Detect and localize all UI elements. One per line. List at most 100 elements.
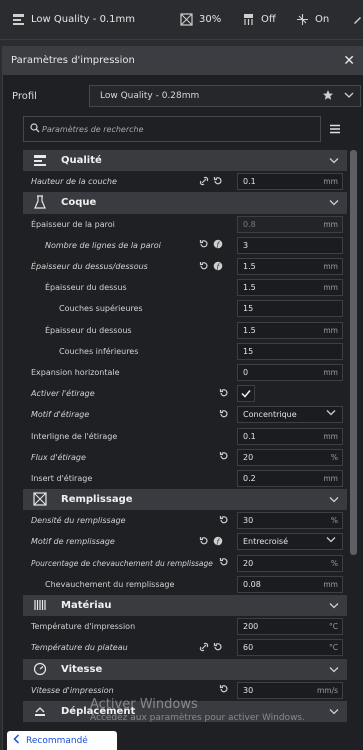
setting-label: Vitesse d'impression bbox=[31, 685, 114, 695]
reset-icon[interactable] bbox=[219, 684, 229, 696]
setting-icons: f bbox=[199, 261, 223, 273]
setting-label: Densité du remplissage bbox=[31, 516, 126, 526]
link-icon[interactable] bbox=[199, 642, 209, 654]
profile-summary[interactable]: Low Quality - 0.1mm bbox=[12, 13, 135, 26]
chevron-left-icon bbox=[13, 734, 20, 747]
support-summary[interactable]: Off bbox=[242, 13, 276, 26]
setting-unit: mm bbox=[323, 283, 338, 293]
reset-icon[interactable] bbox=[219, 515, 229, 527]
settings-menu-icon[interactable] bbox=[329, 120, 343, 138]
adhesion-summary[interactable]: On bbox=[296, 13, 329, 26]
setting-value-field[interactable]: 20% bbox=[237, 448, 343, 466]
setting-value-field[interactable]: 0 mm bbox=[237, 363, 343, 381]
print-setup-bar: Low Quality - 0.1mm 30% Off On bbox=[0, 0, 363, 40]
setting-label: Épaisseur du dessus bbox=[45, 283, 127, 293]
setting-label: Épaisseur de la paroi bbox=[31, 219, 115, 229]
setting-value-field[interactable]: 0.08 mm bbox=[237, 575, 343, 593]
setting-select[interactable]: Concentrique bbox=[237, 406, 343, 424]
setting-label: Épaisseur du dessous bbox=[45, 325, 132, 335]
function-icon[interactable]: f bbox=[213, 239, 223, 251]
edit-icon-wrap[interactable] bbox=[352, 14, 363, 25]
setting-value-field[interactable]: 3 bbox=[237, 236, 343, 254]
infill-icon bbox=[33, 492, 49, 508]
scrollbar-thumb[interactable] bbox=[350, 150, 357, 555]
category-label: Remplissage bbox=[61, 494, 133, 506]
setting-value: 30 bbox=[243, 516, 254, 526]
category-coque[interactable]: Coque bbox=[23, 192, 347, 214]
reset-icon[interactable] bbox=[219, 388, 229, 400]
setting-value-field[interactable]: 200 °C bbox=[237, 618, 343, 636]
setting-unit: mm bbox=[323, 262, 338, 272]
setting-value-field[interactable]: 1.5 mm bbox=[237, 279, 343, 297]
setting-epaisseur-dessus-dessous: Épaisseur du dessus/dessous f 1.5 mm bbox=[23, 256, 347, 277]
setting-value-field[interactable]: 20% bbox=[237, 554, 343, 572]
setting-value: 0.8 bbox=[243, 219, 256, 229]
setting-value-field[interactable]: 60 °C bbox=[237, 639, 343, 657]
setting-value-field[interactable]: 30% bbox=[237, 512, 343, 530]
setting-value-field[interactable]: 0.8 mm bbox=[237, 215, 343, 233]
reset-icon[interactable] bbox=[219, 451, 229, 463]
category-remplissage[interactable]: Remplissage bbox=[23, 489, 347, 511]
profile-row: Profil Low Quality - 0.28mm bbox=[3, 84, 363, 108]
setting-unit: mm bbox=[323, 219, 338, 229]
search-input[interactable]: Paramètres de recherche bbox=[23, 116, 321, 142]
function-icon[interactable]: f bbox=[213, 536, 223, 548]
reset-icon[interactable] bbox=[213, 176, 223, 188]
setting-value: 1.5 bbox=[243, 325, 256, 335]
recommended-button[interactable]: Recommandé bbox=[7, 731, 117, 750]
reset-icon[interactable] bbox=[199, 536, 209, 548]
setting-value-field[interactable]: 1.5 mm bbox=[237, 321, 343, 339]
setting-unit: °C bbox=[329, 643, 338, 653]
setting-unit: mm/s bbox=[316, 685, 338, 695]
material-icon bbox=[33, 598, 49, 614]
setting-icons bbox=[219, 388, 229, 400]
category-materiau[interactable]: Matériau bbox=[23, 594, 347, 617]
setting-pourcentage-chevauchement: Pourcentage de chevauchement du rempliss… bbox=[23, 553, 347, 574]
setting-value-field[interactable]: 0.1 mm bbox=[237, 173, 343, 191]
close-icon[interactable]: ✕ bbox=[343, 53, 355, 69]
setting-icons bbox=[219, 409, 229, 421]
setting-temperature-impression: Température d'impression 200 °C bbox=[23, 616, 347, 637]
setting-couches-inf: Couches inférieures 15 bbox=[23, 341, 347, 362]
setting-vitesse-impression: Vitesse d'impression 30 mm/s bbox=[23, 680, 347, 701]
reset-icon[interactable] bbox=[213, 642, 223, 654]
profile-select-value: Low Quality - 0.28mm bbox=[100, 91, 200, 101]
print-settings-icon bbox=[12, 13, 25, 26]
reset-icon[interactable] bbox=[219, 409, 229, 421]
reset-icon[interactable] bbox=[219, 557, 229, 569]
ironing-checkbox[interactable] bbox=[237, 385, 255, 403]
setting-value: 0.1 bbox=[243, 431, 256, 441]
setting-unit: % bbox=[330, 516, 338, 526]
star-icon[interactable] bbox=[322, 89, 334, 104]
profile-select[interactable]: Low Quality - 0.28mm bbox=[89, 85, 361, 107]
category-vitesse[interactable]: Vitesse bbox=[23, 658, 347, 680]
setting-select[interactable]: Entrecroisé bbox=[237, 533, 343, 551]
category-qualite[interactable]: Qualité bbox=[23, 150, 347, 172]
setting-value-field[interactable]: 15 bbox=[237, 300, 343, 318]
setting-value: 30 bbox=[243, 685, 254, 695]
function-icon[interactable]: f bbox=[213, 261, 223, 273]
category-label: Coque bbox=[61, 197, 97, 209]
reset-icon[interactable] bbox=[199, 239, 209, 251]
setting-hauteur-couche: Hauteur de la couche 0.1 mm bbox=[23, 171, 347, 192]
setting-icons bbox=[219, 451, 229, 463]
setting-icons bbox=[199, 176, 223, 188]
reset-icon[interactable] bbox=[199, 261, 209, 273]
setting-value-field[interactable]: 15 bbox=[237, 342, 343, 360]
setting-value-field[interactable]: 30 mm/s bbox=[237, 681, 343, 699]
link-icon[interactable] bbox=[199, 176, 209, 188]
support-summary-value: Off bbox=[261, 14, 276, 25]
infill-summary[interactable]: 30% bbox=[180, 13, 221, 26]
profile-label: Profil bbox=[12, 90, 37, 102]
setting-icons bbox=[219, 557, 229, 569]
category-deplacement[interactable]: Déplacement bbox=[23, 700, 347, 723]
setting-label: Température du plateau bbox=[31, 643, 128, 653]
setting-value: 20 bbox=[243, 452, 254, 462]
setting-value-field[interactable]: 0.1 mm bbox=[237, 427, 343, 445]
panel-title: Paramètres d'impression bbox=[11, 55, 135, 66]
setting-value-field[interactable]: 1.5 mm bbox=[237, 258, 343, 276]
setting-label: Interligne de l'étirage bbox=[31, 431, 118, 441]
shell-icon bbox=[33, 195, 49, 211]
setting-value-field[interactable]: 0.2 mm bbox=[237, 469, 343, 487]
setting-unit: % bbox=[330, 452, 338, 462]
